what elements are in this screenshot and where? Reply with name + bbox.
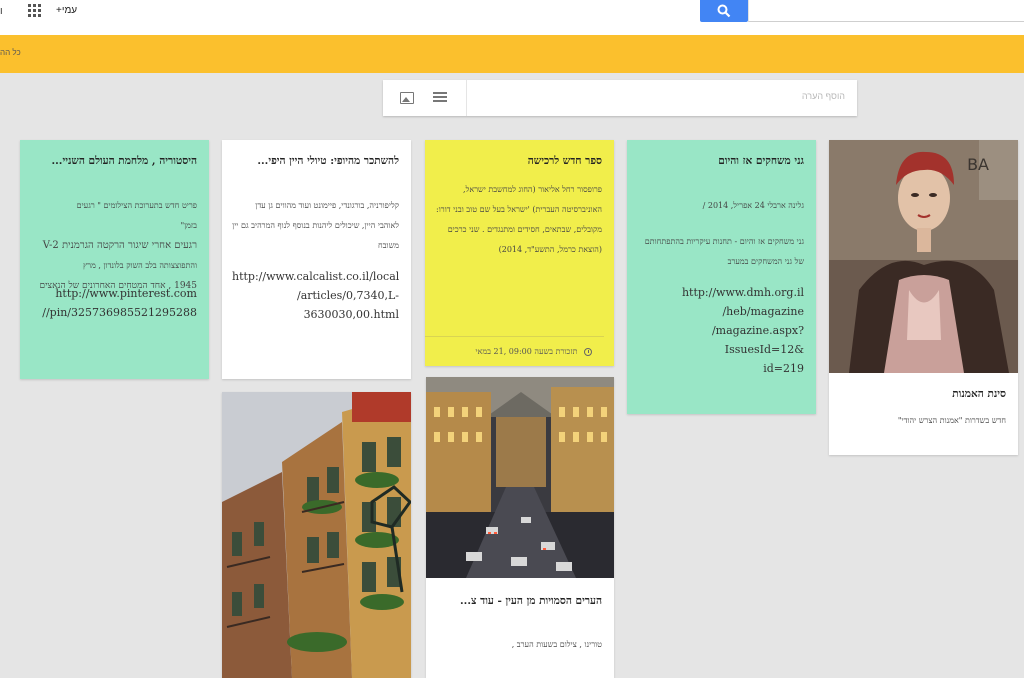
- add-note-placeholder[interactable]: הוסף הערה: [802, 91, 845, 101]
- url-line: /articles/0,7340,L-: [296, 289, 399, 302]
- apps-grid-icon[interactable]: [28, 4, 41, 17]
- note-card-history[interactable]: היסטוריה , מלחמת העולם השניי... פריט חדש…: [20, 140, 209, 379]
- edge-mark: ו: [0, 6, 3, 17]
- card-title: הערים הסמויות מן העין - עוד צ...: [460, 595, 602, 607]
- card-url[interactable]: http://www.pinterest.com //pin/325736985…: [30, 284, 197, 322]
- note-card-new-book[interactable]: ספר חדש לרכישה פרופסור רחל אליאור (החוג …: [425, 140, 614, 366]
- divider: [466, 80, 467, 116]
- body-line: רגעים אחרי שיגור הרקטה הגרמנית V-2: [42, 240, 197, 251]
- url-line: http://www.pinterest.com: [55, 287, 197, 300]
- search-icon: [717, 4, 731, 18]
- card-title: סינת האמנות: [952, 388, 1006, 400]
- search-input[interactable]: [748, 0, 1024, 22]
- card-text: חדש בשדרות "אמנות הצרש יהודי": [897, 416, 1006, 425]
- card-title: ספר חדש לרכישה: [527, 155, 602, 167]
- url-line: 3630030,00.html: [303, 308, 399, 321]
- body-line: והתפוצצותה בלב השוק בלונדון , מרץ: [83, 261, 197, 270]
- list-icon[interactable]: [433, 92, 447, 104]
- note-card-art-cinema[interactable]: BA סינת האמנות חדש בשדרות "אמנות הצרש יה…: [829, 140, 1018, 455]
- search-button[interactable]: [700, 0, 748, 22]
- svg-text:BA: BA: [967, 155, 989, 174]
- card-body: קליפורניה, בורגונדי, פיימונט ועוד מהווים…: [232, 201, 399, 250]
- card-url[interactable]: http://www.dmh.org.il /heb/magazine /mag…: [637, 283, 804, 378]
- top-bar: ו +עמי: [0, 0, 1024, 35]
- card-body: פרופסור רחל אליאור (החוג למחשבת ישראל, ה…: [436, 185, 602, 254]
- card-author-line: גלינה ארבלי 24 אפריל, 2014 /: [702, 201, 804, 210]
- portrait-painting-image: BA: [829, 140, 1018, 373]
- body-line: פריט חדש בתערוכת הצילומים " רגעים: [76, 201, 197, 210]
- note-card-wine-tours[interactable]: להשתכר מהיופי: טיולי היין היפי... קליפור…: [222, 140, 411, 379]
- body-line: בזמן": [180, 221, 197, 230]
- note-card-building-photo[interactable]: [222, 392, 411, 678]
- reminder-chip[interactable]: תזכורת בשעה 09:00 ,21 במאי: [425, 336, 604, 366]
- url-line: /magazine.aspx?IssuesId=12&: [711, 324, 804, 356]
- url-line: //pin/325736985521295288: [42, 306, 197, 319]
- note-card-playgrounds[interactable]: גני משחקים אז והיום גלינה ארבלי 24 אפריל…: [627, 140, 816, 414]
- url-line: /heb/magazine: [722, 305, 804, 318]
- card-title: היסטוריה , מלחמת העולם השניי...: [51, 155, 198, 167]
- image-icon[interactable]: [400, 92, 414, 104]
- card-body: גני משחקים אז והיום - תחנות עיקריות בהתפ…: [644, 237, 804, 266]
- card-title: גני משחקים אז והיום: [718, 155, 804, 167]
- building-facade-photo: [222, 392, 411, 678]
- card-title: להשתכר מהיופי: טיולי היין היפי...: [257, 155, 399, 167]
- clock-icon: [584, 348, 592, 356]
- note-card-invisible-cities[interactable]: הערים הסמויות מן העין - עוד צ... טורינו …: [426, 377, 614, 678]
- plus-me-link[interactable]: +עמי: [56, 5, 77, 16]
- reminder-text: תזכורת בשעה 09:00 ,21 במאי: [475, 347, 578, 356]
- url-line: id=219: [763, 362, 804, 375]
- city-street-photo: [426, 377, 614, 578]
- url-line: http://www.calcalist.co.il/local: [232, 270, 400, 283]
- card-body: פריט חדש בתערוכת הצילומים " רגעים בזמן" …: [30, 196, 197, 296]
- card-url[interactable]: http://www.calcalist.co.il/local /articl…: [232, 267, 399, 324]
- card-text: טורינו , צילום בשעות הערב ,: [511, 640, 602, 649]
- url-line: http://www.dmh.org.il: [681, 286, 804, 299]
- add-note-bar[interactable]: הוסף הערה: [383, 80, 857, 116]
- banner-text: כל הה: [0, 48, 21, 57]
- app-banner: כל הה: [0, 35, 1024, 73]
